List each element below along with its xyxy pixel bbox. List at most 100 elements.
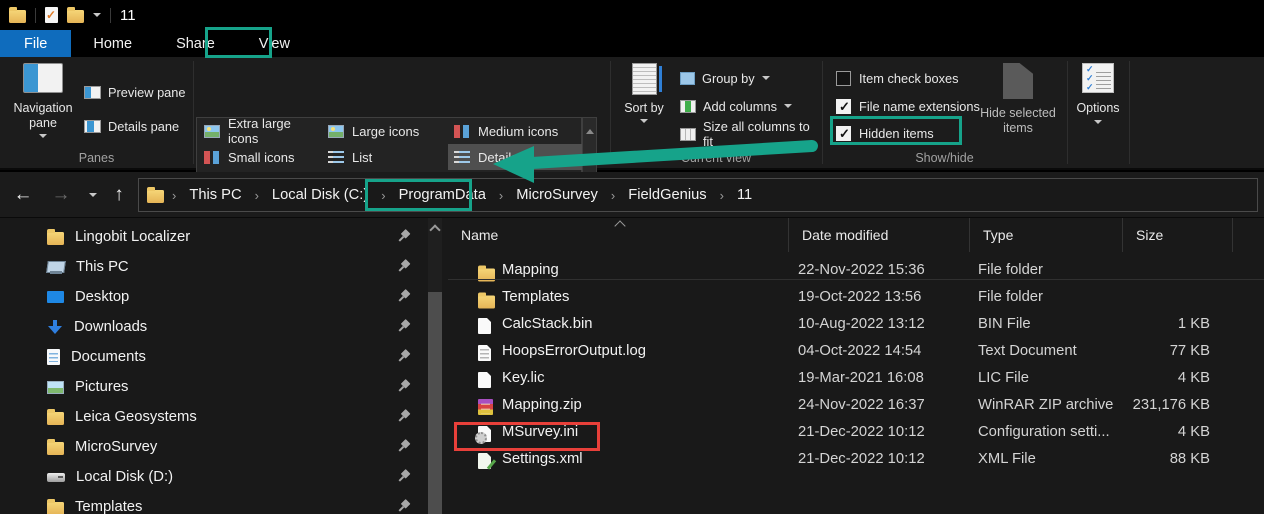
file-row-calcstack-bin[interactable]: CalcStack.bin 10-Aug-2022 13:12 BIN File…	[448, 312, 1264, 339]
sidebar-scrollbar-thumb[interactable]	[428, 292, 442, 514]
details-pane-button[interactable]: Details pane	[84, 115, 179, 137]
layout-item-label: List	[352, 150, 372, 165]
layout-small-icons[interactable]: Small icons	[198, 144, 322, 170]
file-row-msurvey-ini[interactable]: MSurvey.ini 21-Dec-2022 10:12 Configurat…	[448, 420, 1264, 447]
sidebar-item-desktop[interactable]: Desktop	[0, 282, 446, 312]
checkbox-unchecked-icon[interactable]	[836, 71, 851, 86]
breadcrumb-this-pc[interactable]: This PC	[184, 185, 246, 205]
breadcrumb-fieldgenius[interactable]: FieldGenius	[623, 185, 711, 205]
new-folder-icon[interactable]	[67, 10, 84, 23]
up-button[interactable]: ↑	[106, 172, 132, 218]
layout-details[interactable]: Details	[448, 144, 582, 170]
recent-locations-caret[interactable]	[84, 172, 102, 218]
pin-icon	[394, 317, 412, 335]
file-date: 10-Aug-2022 13:12	[798, 316, 925, 332]
sidebar-item-label: Pictures	[75, 379, 128, 395]
sidebar-item-documents[interactable]: Documents	[0, 342, 446, 372]
ribbon: Navigation pane Preview pane Details pan…	[0, 57, 1264, 170]
text-file-icon	[478, 345, 491, 361]
medium-icons-icon	[454, 125, 470, 138]
sort-by-button[interactable]: Sort by	[618, 63, 670, 159]
file-type: XML File	[978, 451, 1036, 467]
sidebar-item-label: Downloads	[74, 319, 147, 335]
group-by-icon	[680, 72, 695, 85]
layout-large-icons[interactable]: Large icons	[322, 118, 448, 144]
file-size: 4 KB	[1088, 424, 1210, 440]
scroll-up-icon[interactable]	[429, 224, 440, 235]
sidebar-item-this-pc[interactable]: This PC	[0, 252, 446, 282]
layout-list[interactable]: List	[322, 144, 448, 170]
divider	[448, 279, 1264, 280]
tab-share[interactable]: Share	[154, 30, 237, 57]
tab-home[interactable]: Home	[71, 30, 154, 57]
navigation-pane-button[interactable]: Navigation pane	[6, 63, 80, 159]
group-by-button[interactable]: Group by	[680, 67, 770, 89]
item-check-boxes-checkbox[interactable]: Item check boxes	[836, 68, 959, 88]
file-icon	[478, 318, 491, 334]
file-name: HoopsErrorOutput.log	[502, 343, 646, 359]
file-date: 19-Mar-2021 16:08	[798, 370, 924, 386]
file-size: 1 KB	[1088, 316, 1210, 332]
file-row-key-lic[interactable]: Key.lic 19-Mar-2021 16:08 LIC File 4 KB	[448, 366, 1264, 393]
add-columns-label: Add columns	[703, 99, 777, 114]
checkbox-checked-icon[interactable]	[836, 126, 851, 141]
forward-button[interactable]: →	[46, 172, 76, 218]
details-icon	[454, 151, 470, 164]
checkbox-checked-icon[interactable]	[836, 99, 851, 114]
details-pane-icon	[84, 120, 101, 133]
gallery-scroll-up-icon[interactable]	[583, 118, 596, 144]
options-button[interactable]: Options	[1069, 63, 1127, 159]
item-check-boxes-label: Item check boxes	[859, 71, 959, 86]
pin-icon	[394, 287, 412, 305]
computer-icon	[47, 260, 65, 274]
address-box[interactable]: › This PC › Local Disk (C:) › ProgramDat…	[138, 178, 1258, 212]
layout-item-label: Small icons	[228, 150, 294, 165]
hide-selected-items-button[interactable]: Hide selected items	[975, 63, 1061, 159]
file-date: 19-Oct-2022 13:56	[798, 289, 921, 305]
layout-medium-icons[interactable]: Medium icons	[448, 118, 582, 144]
back-button[interactable]: ←	[8, 172, 38, 218]
column-header-date-modified[interactable]: Date modified	[789, 218, 970, 252]
chevron-down-icon	[784, 104, 792, 108]
column-header-size[interactable]: Size	[1123, 218, 1233, 252]
ribbon-group-panes: Navigation pane Preview pane Details pan…	[0, 57, 193, 168]
file-date: 04-Oct-2022 14:54	[798, 343, 921, 359]
file-row-templates[interactable]: Templates 19-Oct-2022 13:56 File folder	[448, 285, 1264, 312]
breadcrumb-separator-icon: ›	[168, 188, 180, 203]
file-row-hoopserroroutput-log[interactable]: HoopsErrorOutput.log 04-Oct-2022 14:54 T…	[448, 339, 1264, 366]
breadcrumb-programdata[interactable]: ProgramData	[394, 185, 491, 205]
size-all-columns-button[interactable]: Size all columns to fit	[680, 123, 822, 145]
file-name-extensions-checkbox[interactable]: File name extensions	[836, 96, 980, 116]
hidden-items-checkbox[interactable]: Hidden items	[836, 123, 934, 143]
tab-view[interactable]: View	[237, 30, 312, 57]
sidebar-item-microsurvey[interactable]: MicroSurvey	[0, 432, 446, 462]
disk-icon	[47, 473, 65, 482]
breadcrumb-11[interactable]: 11	[732, 185, 757, 205]
column-header-name[interactable]: Name	[448, 218, 789, 252]
column-header-type[interactable]: Type	[970, 218, 1123, 252]
large-icons-icon	[328, 125, 344, 138]
preview-pane-button[interactable]: Preview pane	[84, 81, 186, 103]
add-columns-button[interactable]: Add columns	[680, 95, 792, 117]
sidebar-item-leica-geosystems[interactable]: Leica Geosystems	[0, 402, 446, 432]
sidebar-item-templates[interactable]: Templates	[0, 492, 446, 514]
add-columns-icon	[680, 100, 696, 113]
breadcrumb-microsurvey[interactable]: MicroSurvey	[511, 185, 603, 205]
tab-file[interactable]: File	[0, 30, 71, 57]
sidebar-item-downloads[interactable]: Downloads	[0, 312, 446, 342]
options-icon	[1082, 63, 1114, 93]
gallery-scroll-down-icon[interactable]	[583, 144, 596, 170]
properties-icon[interactable]	[45, 7, 58, 23]
location-folder-icon	[147, 190, 164, 203]
file-row-settings-xml[interactable]: Settings.xml 21-Dec-2022 10:12 XML File …	[448, 447, 1264, 474]
breadcrumb-local-disk-c[interactable]: Local Disk (C:)	[267, 185, 373, 205]
file-row-mapping[interactable]: Mapping 22-Nov-2022 15:36 File folder	[448, 258, 1264, 285]
navigation-sidebar: Lingobit Localizer This PC Desktop Downl…	[0, 218, 446, 514]
sidebar-item-pictures[interactable]: Pictures	[0, 372, 446, 402]
quick-access-toolbar-caret-icon[interactable]	[93, 13, 101, 17]
file-row-mapping-zip[interactable]: Mapping.zip 24-Nov-2022 16:37 WinRAR ZIP…	[448, 393, 1264, 420]
layout-extra-large-icons[interactable]: Extra large icons	[198, 118, 322, 144]
sidebar-item-local-disk-d[interactable]: Local Disk (D:)	[0, 462, 446, 492]
sidebar-item-lingobit-localizer[interactable]: Lingobit Localizer	[0, 222, 446, 252]
sort-by-label: Sort by	[624, 101, 664, 116]
